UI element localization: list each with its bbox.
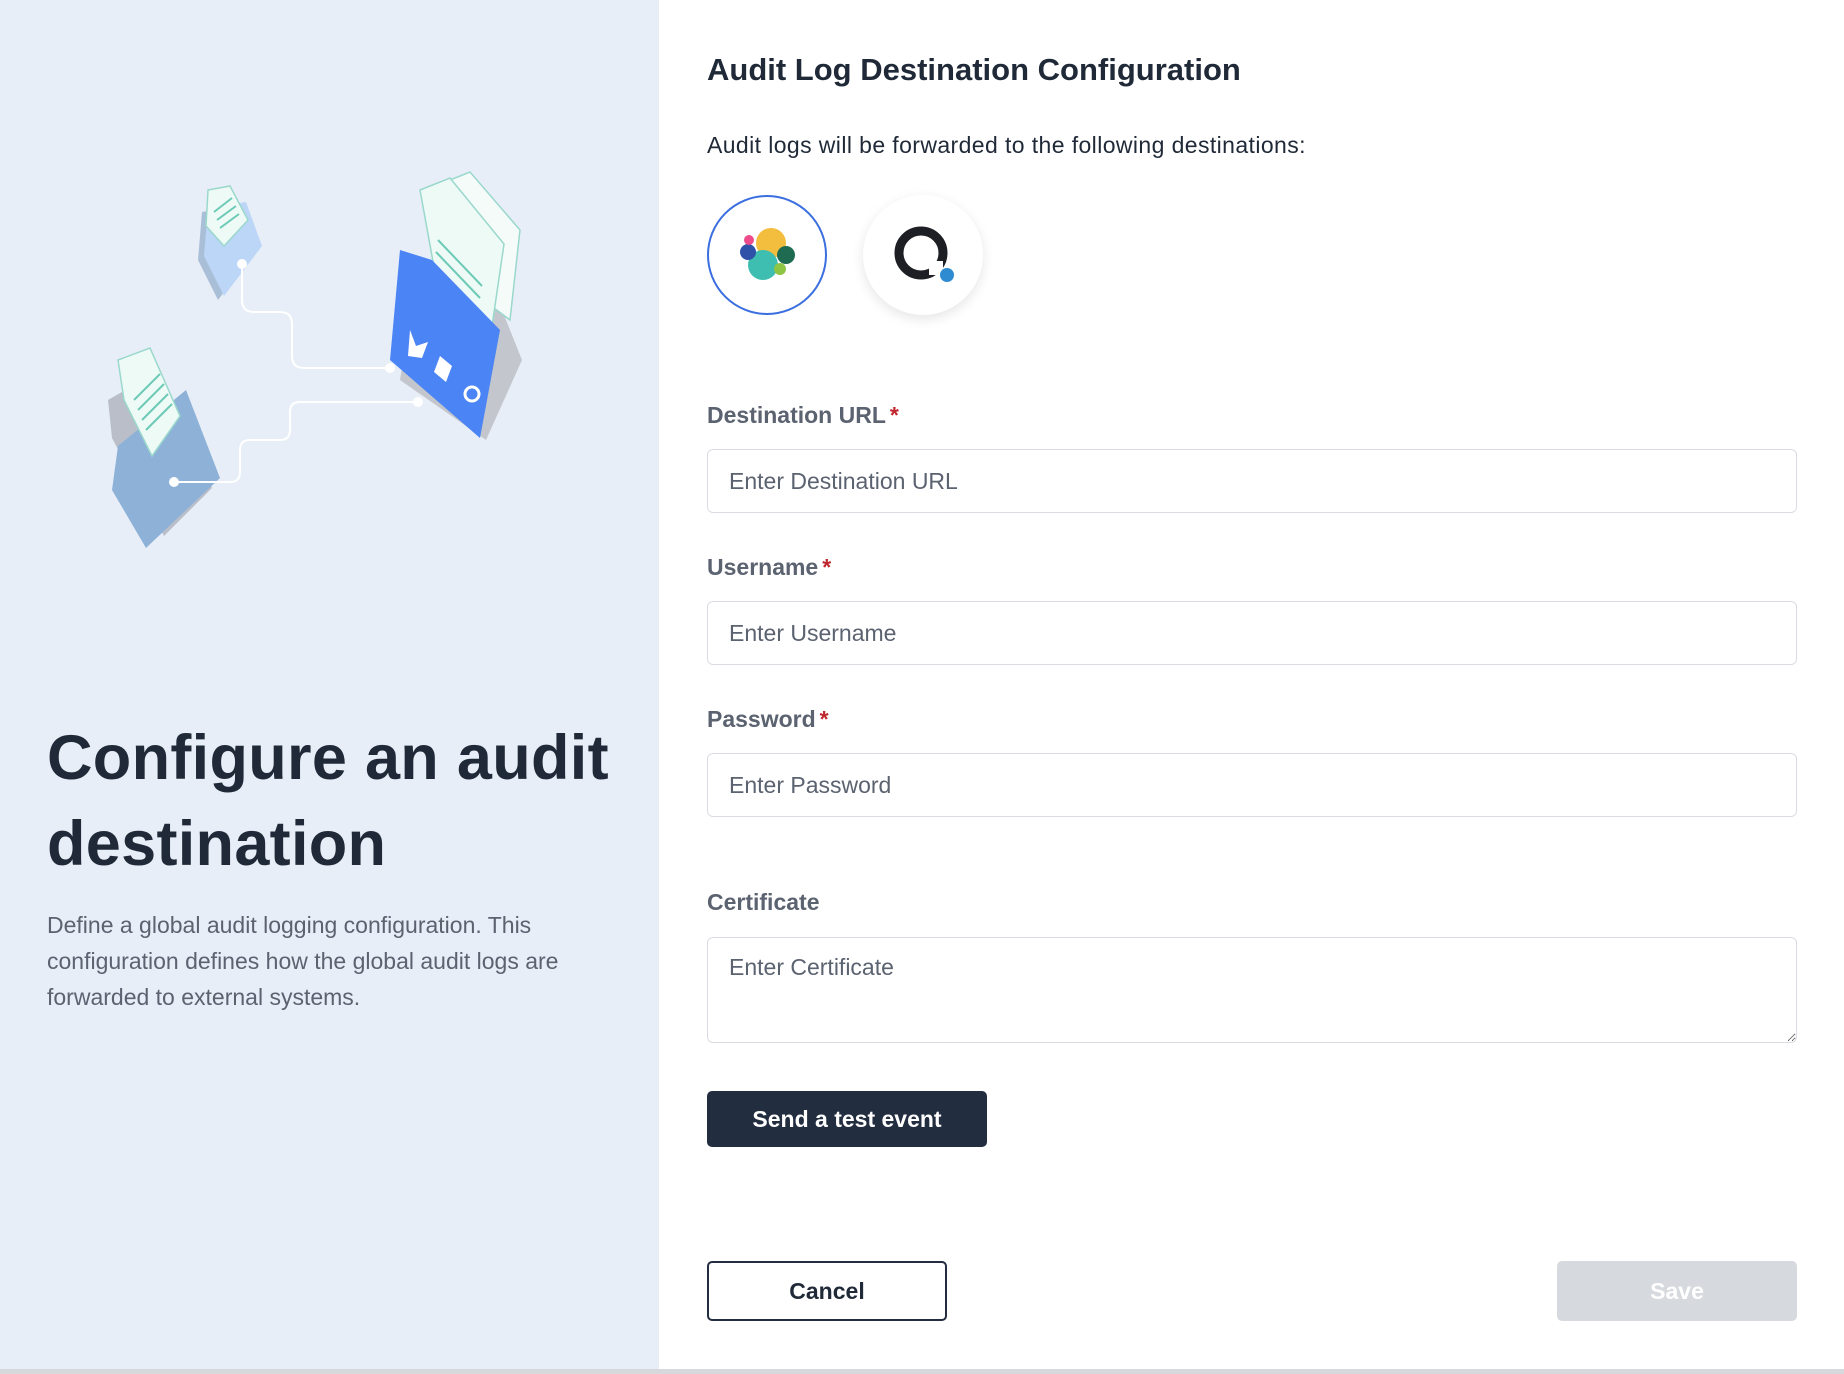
- destination-elastic-option[interactable]: [707, 195, 827, 315]
- big-folder-icon: [390, 171, 522, 440]
- username-input[interactable]: [707, 601, 1797, 665]
- username-label: Username *: [707, 554, 832, 580]
- q-logo-icon: [894, 226, 954, 282]
- save-button[interactable]: Save: [1557, 1261, 1797, 1321]
- send-test-event-button[interactable]: Send a test event: [707, 1091, 987, 1147]
- destination-url-input[interactable]: [707, 449, 1797, 513]
- required-mark: *: [822, 554, 832, 580]
- small-folder-icon: [198, 185, 262, 300]
- password-label: Password *: [707, 706, 829, 732]
- left-folder-icon: [108, 347, 220, 548]
- folders-illustration: [108, 171, 522, 548]
- bottom-border: [0, 1369, 1844, 1374]
- cancel-button[interactable]: Cancel: [707, 1261, 947, 1321]
- page-title: Configure an audit destination: [47, 723, 609, 879]
- configuration-form: Audit Log Destination Configuration Audi…: [659, 0, 1844, 1369]
- password-input[interactable]: [707, 753, 1797, 817]
- page-description: Define a global audit logging configurat…: [47, 912, 559, 1010]
- form-title: Audit Log Destination Configuration: [707, 52, 1241, 87]
- required-mark: *: [819, 706, 829, 732]
- form-subtitle: Audit logs will be forwarded to the foll…: [707, 132, 1306, 158]
- required-mark: *: [889, 402, 899, 428]
- destination-url-label: Destination URL *: [707, 402, 899, 428]
- left-panel: Configure an audit destination Define a …: [0, 0, 659, 1369]
- destination-q-option[interactable]: [863, 195, 983, 315]
- certificate-label: Certificate: [707, 889, 820, 915]
- certificate-textarea[interactable]: [707, 937, 1797, 1043]
- elastic-logo-icon: [740, 228, 795, 280]
